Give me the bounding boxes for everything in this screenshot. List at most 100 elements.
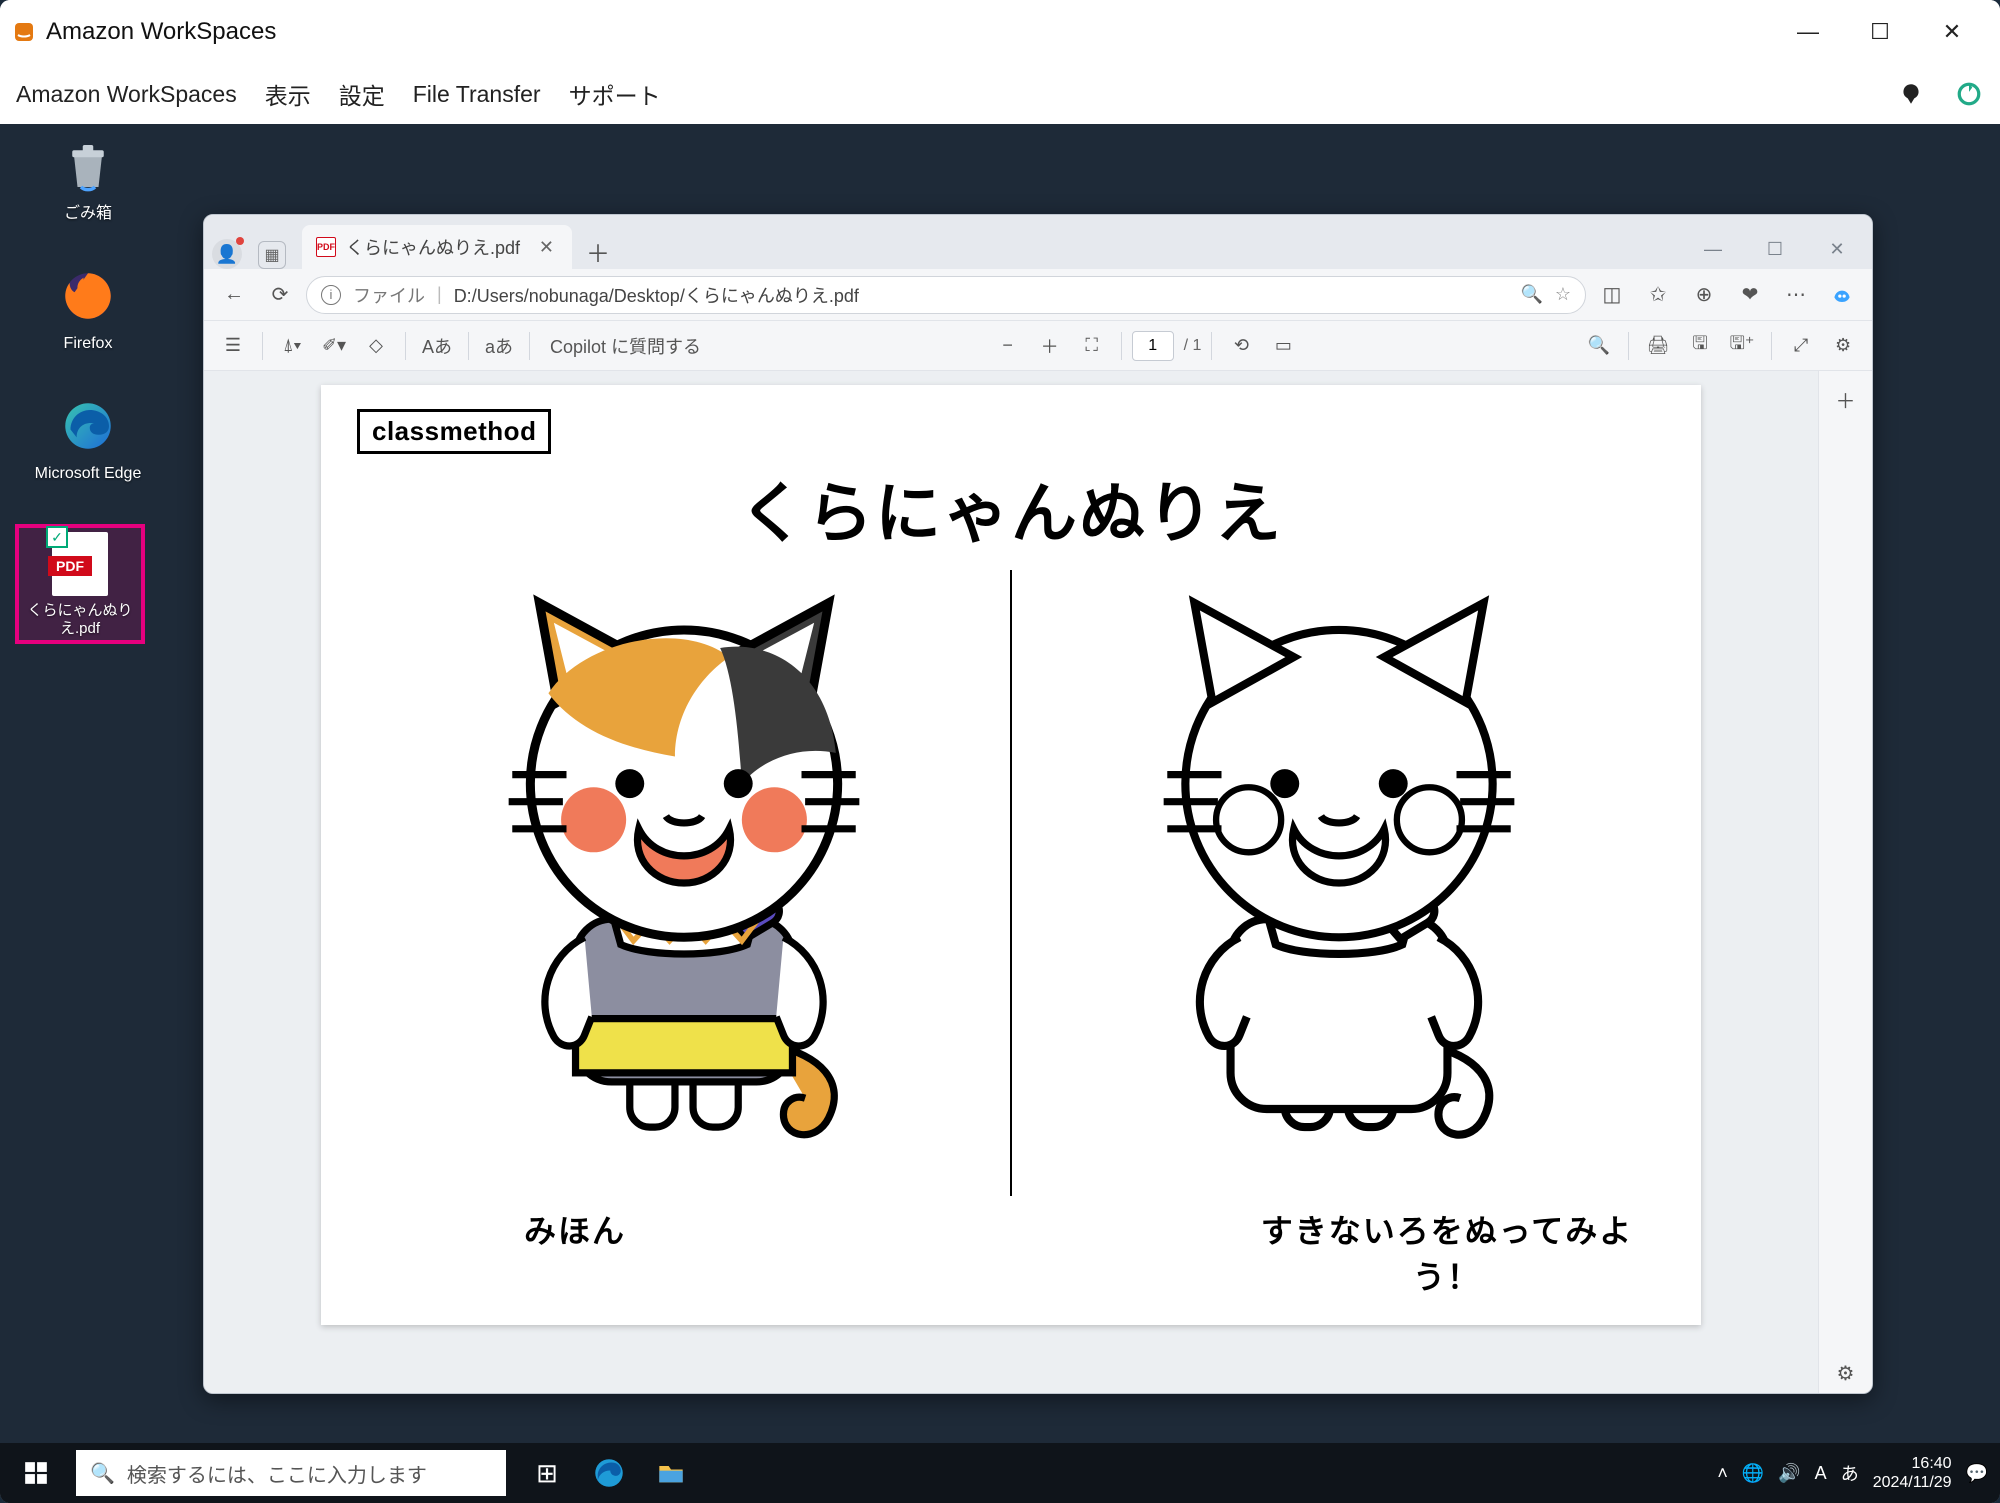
- refresh-icon[interactable]: [1954, 79, 1984, 109]
- pdf-title: くらにゃんぬりえ: [357, 460, 1665, 556]
- copilot-sidebar-icon[interactable]: [1822, 275, 1862, 315]
- edge-tab-strip: 👤 ▦ PDF くらにゃんぬりえ.pdf ✕ ＋ — ☐ ✕: [204, 215, 1872, 269]
- tray-ime-indicator[interactable]: A: [1815, 1463, 1827, 1484]
- pdf-erase-icon[interactable]: ◇: [357, 327, 395, 365]
- edge-sidebar: ＋ ⚙: [1818, 371, 1872, 1393]
- desktop-icon-firefox[interactable]: Firefox: [28, 264, 148, 353]
- pdf-draw-icon[interactable]: ✐▾: [315, 327, 353, 365]
- more-menu-icon[interactable]: ⋯: [1776, 275, 1816, 315]
- menu-settings[interactable]: 設定: [339, 77, 385, 111]
- search-placeholder: 検索するには、ここに入力します: [127, 1459, 427, 1488]
- pdf-contents-icon[interactable]: ☰: [214, 327, 252, 365]
- reload-button[interactable]: ⟳: [260, 275, 300, 315]
- recycle-bin-icon: [56, 134, 120, 198]
- cat-outline: [1012, 564, 1665, 1204]
- browser-tab[interactable]: PDF くらにゃんぬりえ.pdf ✕: [302, 225, 572, 269]
- pdf-zoom-in-button[interactable]: ＋: [1031, 327, 1069, 365]
- desktop-icon-label: Firefox: [28, 334, 148, 353]
- pdf-rotate-icon[interactable]: ⟲: [1222, 327, 1260, 365]
- menu-app[interactable]: Amazon WorkSpaces: [16, 81, 237, 108]
- edge-maximize-button[interactable]: ☐: [1748, 229, 1802, 269]
- start-button[interactable]: [0, 1443, 72, 1503]
- tab-close-button[interactable]: ✕: [535, 235, 558, 260]
- sidebar-settings-icon[interactable]: ⚙: [1826, 1353, 1866, 1393]
- address-bar[interactable]: i ファイル | D:/Users/nobunaga/Desktop/くらにゃん…: [306, 276, 1586, 314]
- edge-close-button[interactable]: ✕: [1810, 229, 1864, 269]
- url-path: D:/Users/nobunaga/Desktop/くらにゃんぬりえ.pdf: [454, 282, 859, 308]
- connection-icon[interactable]: [1896, 79, 1926, 109]
- task-view-icon[interactable]: ⊞: [518, 1443, 576, 1503]
- edge-address-bar-row: ← ⟳ i ファイル | D:/Users/nobunaga/Desktop/く…: [204, 269, 1872, 321]
- desktop-icon-recycle-bin[interactable]: ごみ箱: [28, 134, 148, 223]
- tray-chevron-icon[interactable]: ˄: [1717, 1463, 1728, 1484]
- pdf-settings-icon[interactable]: ⚙: [1824, 327, 1862, 365]
- pdf-copilot-button[interactable]: Copilot に質問する: [540, 327, 711, 365]
- pdf-zoom-out-button[interactable]: −: [989, 327, 1027, 365]
- clock-date: 2024/11/29: [1873, 1473, 1952, 1492]
- cat-sample-colored: [357, 564, 1010, 1204]
- split-screen-icon[interactable]: ◫: [1592, 275, 1632, 315]
- tab-title: くらにゃんぬりえ.pdf: [346, 234, 520, 260]
- profile-button[interactable]: 👤: [212, 239, 242, 269]
- tray-notifications-icon[interactable]: 💬: [1966, 1463, 1988, 1484]
- desktop-icon-pdf-highlighted[interactable]: ✓ くらにゃんぬりえ.pdf: [15, 524, 145, 644]
- taskbar-search[interactable]: 🔍 検索するには、ここに入力します: [76, 1450, 506, 1496]
- taskbar-edge-icon[interactable]: [580, 1443, 638, 1503]
- collections-icon[interactable]: ⊕: [1684, 275, 1724, 315]
- url-scheme: ファイル: [353, 282, 425, 308]
- workspaces-menubar: Amazon WorkSpaces 表示 設定 File Transfer サポ…: [0, 64, 2000, 124]
- workspaces-chip[interactable]: ▦: [258, 241, 286, 269]
- tray-ime-icon[interactable]: あ: [1841, 1460, 1859, 1486]
- close-button[interactable]: ✕: [1916, 8, 1988, 56]
- pdf-print-icon[interactable]: 🖨: [1639, 327, 1677, 365]
- desktop-icon-edge[interactable]: Microsoft Edge: [28, 394, 148, 483]
- maximize-button[interactable]: ☐: [1844, 8, 1916, 56]
- pdf-file-icon: ✓: [48, 532, 112, 596]
- edge-icon: [56, 394, 120, 458]
- minimize-button[interactable]: —: [1772, 8, 1844, 56]
- pdf-read-aloud-icon[interactable]: aあ: [479, 327, 519, 365]
- workspaces-logo-icon: [12, 20, 36, 44]
- pdf-save-icon[interactable]: 🖫: [1681, 327, 1719, 365]
- caption-outline: すきないろをぬってみよう！: [1229, 1206, 1665, 1298]
- firefox-icon: [56, 264, 120, 328]
- menu-support[interactable]: サポート: [569, 77, 661, 111]
- tab-favicon-icon: PDF: [316, 237, 336, 257]
- back-button[interactable]: ←: [214, 275, 254, 315]
- workspaces-titlebar[interactable]: Amazon WorkSpaces — ☐ ✕: [0, 0, 2000, 64]
- pdf-fit-width-icon[interactable]: ⛶: [1073, 327, 1111, 365]
- sidebar-add-icon[interactable]: ＋: [1826, 379, 1866, 419]
- tray-clock[interactable]: 16:40 2024/11/29: [1873, 1454, 1952, 1492]
- clock-time: 16:40: [1873, 1454, 1952, 1473]
- pdf-page-input[interactable]: [1132, 331, 1174, 361]
- remote-desktop[interactable]: ごみ箱 Firefox Microsoft Edge ✓ くらにゃんぬりえ.pd…: [0, 124, 2000, 1503]
- pdf-find-icon[interactable]: 🔍: [1580, 327, 1618, 365]
- favorite-star-icon[interactable]: ☆: [1555, 284, 1571, 305]
- desktop-icon-label: Microsoft Edge: [28, 464, 148, 483]
- pdf-saveas-icon[interactable]: 🖫⁺: [1723, 327, 1761, 365]
- browser-essentials-icon[interactable]: ❤: [1730, 275, 1770, 315]
- pdf-page-view-icon[interactable]: ▭: [1264, 327, 1302, 365]
- tray-network-icon[interactable]: 🌐: [1742, 1463, 1764, 1484]
- brand-logo: classmethod: [357, 409, 551, 454]
- pdf-toolbar: ☰ ⍋▾ ✐▾ ◇ Aあ aあ Copilot に質問する − ＋ ⛶ / 1: [204, 321, 1872, 371]
- pdf-textsize-icon[interactable]: Aあ: [416, 327, 458, 365]
- taskbar-explorer-icon[interactable]: [642, 1443, 700, 1503]
- search-icon: 🔍: [90, 1461, 115, 1486]
- edge-minimize-button[interactable]: —: [1686, 229, 1740, 269]
- desktop-icon-label: くらにゃんぬりえ.pdf: [21, 602, 139, 638]
- workspaces-title: Amazon WorkSpaces: [46, 18, 276, 46]
- new-tab-button[interactable]: ＋: [580, 233, 616, 269]
- menu-file-transfer[interactable]: File Transfer: [413, 81, 541, 108]
- pdf-viewport[interactable]: classmethod くらにゃんぬりえ: [204, 371, 1818, 1393]
- site-info-icon[interactable]: i: [321, 285, 341, 305]
- pdf-page-total: / 1: [1184, 337, 1202, 355]
- tray-volume-icon[interactable]: 🔊: [1778, 1463, 1800, 1484]
- pdf-page: classmethod くらにゃんぬりえ: [321, 385, 1701, 1325]
- pdf-highlight-icon[interactable]: ⍋▾: [273, 327, 311, 365]
- pdf-fullscreen-icon[interactable]: ⤢: [1782, 327, 1820, 365]
- menu-view[interactable]: 表示: [265, 77, 311, 111]
- search-in-page-icon[interactable]: 🔍: [1520, 284, 1542, 305]
- workspaces-window: Amazon WorkSpaces — ☐ ✕ Amazon WorkSpace…: [0, 0, 2000, 1503]
- favorites-icon[interactable]: ✩: [1638, 275, 1678, 315]
